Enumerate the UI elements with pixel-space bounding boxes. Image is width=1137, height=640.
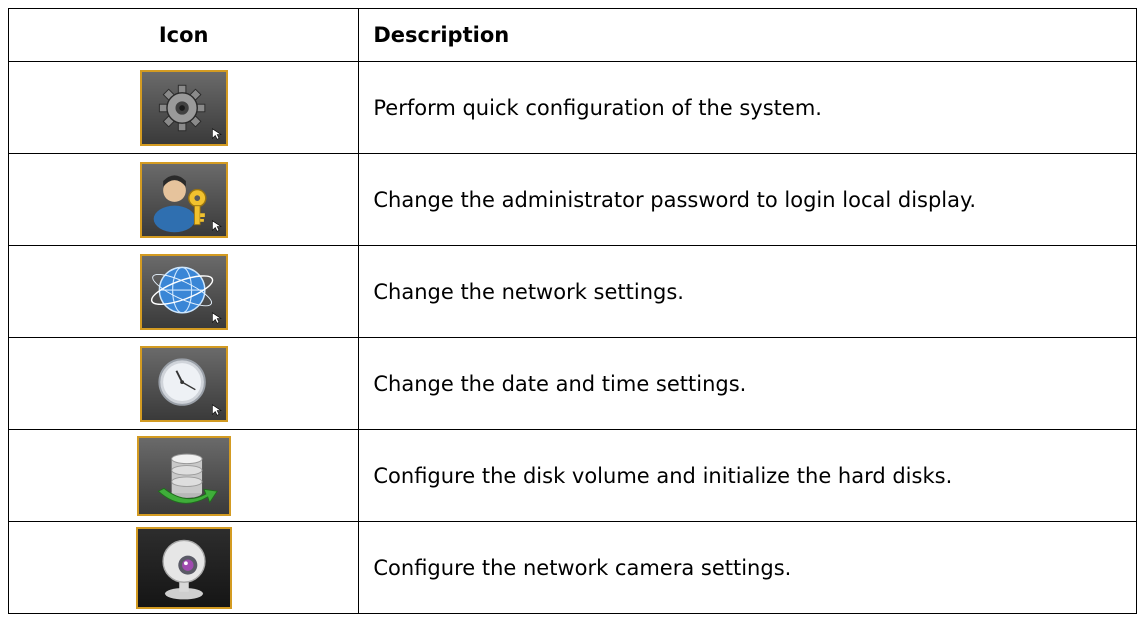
- row-description: Configure the disk volume and initialize…: [358, 429, 1137, 522]
- admin-key-icon: [153, 174, 222, 232]
- row-description: Change the administrator password to log…: [358, 153, 1137, 246]
- table-row: Change the administrator password to log…: [7, 153, 1137, 246]
- icon-column-header: Icon: [7, 8, 360, 62]
- table-row: Change the network settings.: [7, 245, 1137, 338]
- row-description: Change the date and time settings.: [358, 337, 1137, 430]
- globe-network-icon: [150, 266, 222, 324]
- table-row: Change the date and time settings.: [7, 337, 1137, 430]
- webcam-icon: [162, 539, 206, 599]
- table-header-row: Icon Description: [7, 8, 1137, 62]
- row-description: Configure the network camera settings.: [358, 521, 1137, 614]
- table-row: Perform quick configuration of the syste…: [7, 61, 1137, 154]
- description-column-header: Description: [358, 8, 1137, 62]
- table-row: Configure the network camera settings.: [7, 521, 1137, 614]
- network-camera-button[interactable]: [135, 526, 232, 609]
- quick-config-button[interactable]: [139, 69, 228, 146]
- network-settings-button[interactable]: [139, 253, 228, 330]
- date-time-button[interactable]: [139, 345, 228, 422]
- icon-description-table: Icon Description Perform quick configura…: [7, 8, 1137, 614]
- row-description: Perform quick configuration of the syste…: [358, 61, 1137, 154]
- disk-volume-button[interactable]: [136, 435, 231, 516]
- table-row: Configure the disk volume and initialize…: [7, 429, 1137, 522]
- gear-icon: [158, 84, 222, 140]
- clock-icon: [158, 357, 222, 416]
- admin-password-button[interactable]: [139, 161, 228, 238]
- disk-volume-icon: [157, 453, 218, 504]
- row-description: Change the network settings.: [358, 245, 1137, 338]
